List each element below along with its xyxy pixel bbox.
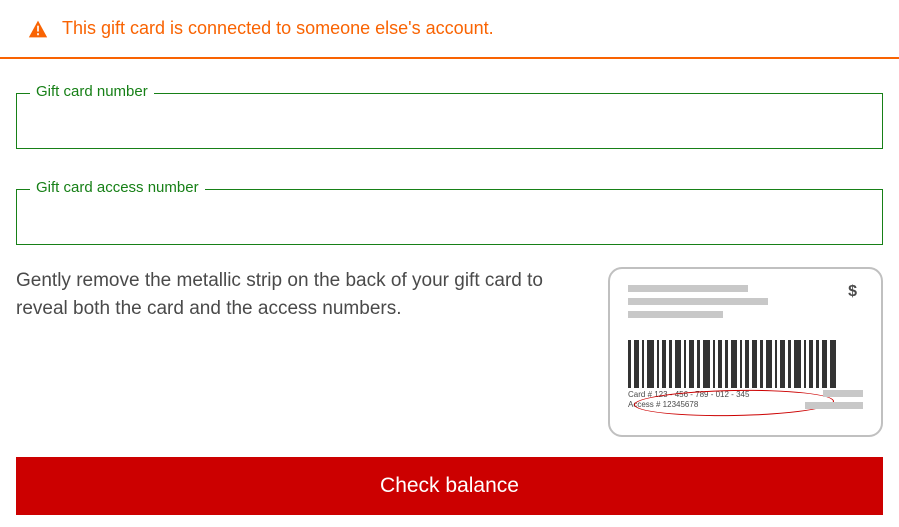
gift-card-number-field: Gift card number <box>16 93 883 149</box>
barcode-icon <box>628 340 858 388</box>
placeholder-line <box>823 390 863 397</box>
alert-message: This gift card is connected to someone e… <box>62 18 494 39</box>
placeholder-line <box>628 285 748 292</box>
barcode-area: Card # 123 - 456 - 789 - 012 - 345 Acces… <box>628 340 863 411</box>
gift-card-back-illustration: $ <box>608 267 883 437</box>
placeholder-line <box>628 311 723 318</box>
placeholder-line <box>805 402 863 409</box>
gift-card-number-label: Gift card number <box>30 83 154 100</box>
gift-card-number-input[interactable] <box>16 93 883 149</box>
alert-banner: This gift card is connected to someone e… <box>0 0 899 59</box>
placeholder-line <box>628 298 768 305</box>
dollar-icon: $ <box>848 283 857 301</box>
gift-card-access-number-label: Gift card access number <box>30 179 205 196</box>
helper-row: Gently remove the metallic strip on the … <box>16 267 883 437</box>
gift-card-access-number-input[interactable] <box>16 189 883 245</box>
form: Gift card number Gift card access number… <box>0 93 899 437</box>
gift-card-access-number-field: Gift card access number <box>16 189 883 245</box>
check-balance-button[interactable]: Check balance <box>16 457 883 515</box>
warning-icon <box>28 19 48 39</box>
helper-text: Gently remove the metallic strip on the … <box>16 267 584 437</box>
